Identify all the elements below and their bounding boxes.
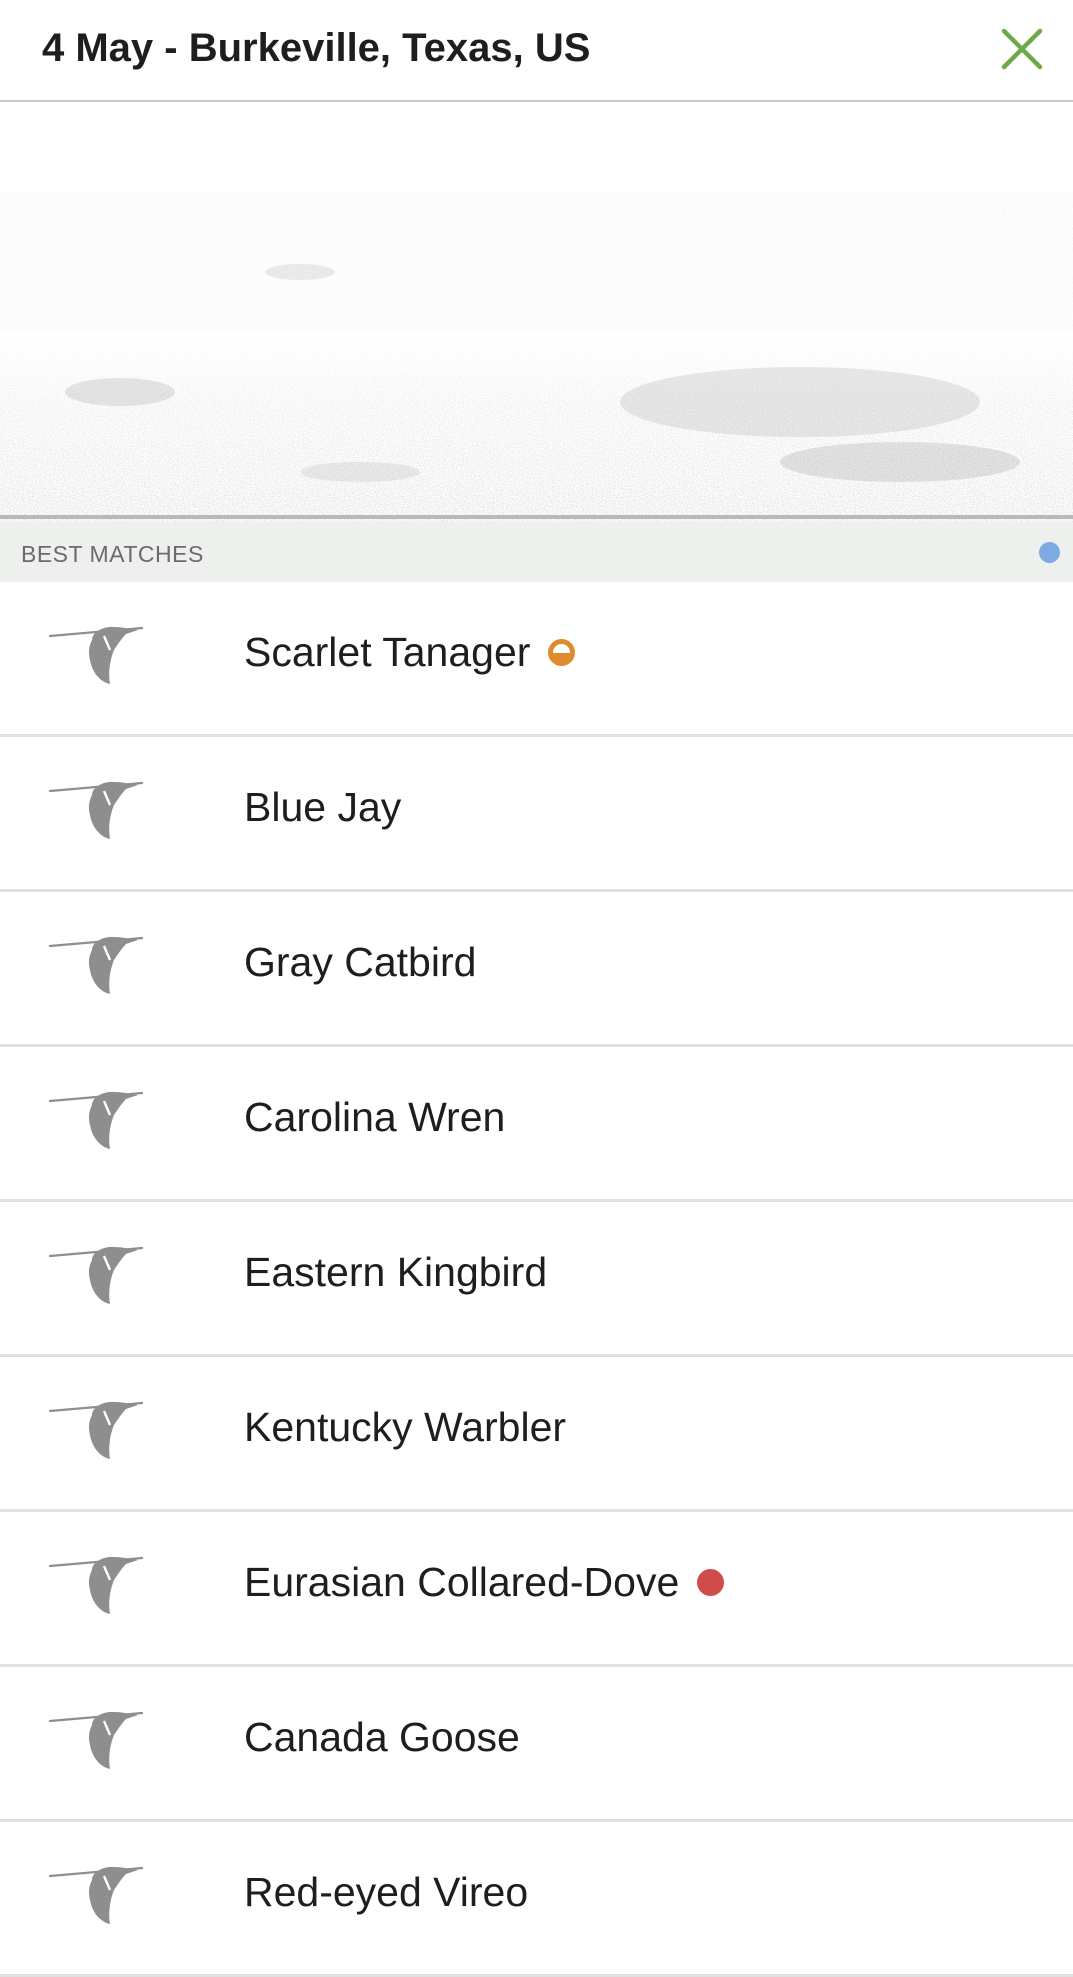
species-name: Carolina Wren bbox=[244, 1094, 505, 1141]
species-name: Eurasian Collared-Dove bbox=[244, 1559, 725, 1606]
species-name: Eastern Kingbird bbox=[244, 1249, 547, 1296]
species-name: Canada Goose bbox=[244, 1714, 520, 1761]
bird-placeholder-icon bbox=[48, 930, 152, 994]
species-label: Carolina Wren bbox=[244, 1094, 506, 1140]
species-name: Red-eyed Vireo bbox=[244, 1869, 528, 1916]
spectrogram-graphic bbox=[0, 102, 1073, 522]
match-row[interactable]: Red-eyed Vireo bbox=[0, 1822, 1073, 1977]
spectrogram-image[interactable] bbox=[0, 102, 1073, 522]
rarity-badge-icon bbox=[548, 639, 576, 666]
species-label: Kentucky Warbler bbox=[244, 1404, 567, 1450]
match-row[interactable]: Scarlet Tanager bbox=[0, 582, 1073, 737]
rarity-badge-icon bbox=[697, 1569, 725, 1596]
species-name: Gray Catbird bbox=[244, 939, 476, 986]
species-label: Scarlet Tanager bbox=[244, 629, 531, 675]
match-row[interactable]: Canada Goose bbox=[0, 1667, 1073, 1822]
top-bar: 4 May - Burkeville, Texas, US bbox=[0, 0, 1073, 102]
species-label: Canada Goose bbox=[244, 1714, 520, 1760]
bird-placeholder-icon bbox=[48, 1395, 152, 1459]
species-label: Gray Catbird bbox=[244, 939, 477, 985]
match-row[interactable]: Kentucky Warbler bbox=[0, 1357, 1073, 1512]
bird-placeholder-icon bbox=[48, 1240, 152, 1304]
bird-placeholder-icon bbox=[48, 1860, 152, 1924]
match-row[interactable]: Eurasian Collared-Dove bbox=[0, 1512, 1073, 1667]
match-row[interactable]: Carolina Wren bbox=[0, 1047, 1073, 1202]
status-dot bbox=[1039, 542, 1060, 563]
bird-placeholder-icon bbox=[48, 775, 152, 839]
match-row[interactable]: Blue Jay bbox=[0, 737, 1073, 892]
bird-placeholder-icon bbox=[48, 620, 152, 684]
bird-placeholder-icon bbox=[48, 1085, 152, 1149]
species-label: Red-eyed Vireo bbox=[244, 1869, 529, 1915]
best-matches-header: BEST MATCHES bbox=[0, 522, 1073, 582]
match-row[interactable]: Eastern Kingbird bbox=[0, 1202, 1073, 1357]
bird-placeholder-icon bbox=[48, 1550, 152, 1614]
matches-list: Scarlet Tanager Blue Jay Gray Catbird Carol… bbox=[0, 582, 1073, 1977]
species-label: Eastern Kingbird bbox=[244, 1249, 548, 1295]
species-name: Blue Jay bbox=[244, 784, 401, 831]
species-name: Kentucky Warbler bbox=[244, 1404, 566, 1451]
match-row[interactable]: Gray Catbird bbox=[0, 892, 1073, 1047]
species-label: Eurasian Collared-Dove bbox=[244, 1559, 680, 1605]
page-title: 4 May - Burkeville, Texas, US bbox=[42, 26, 591, 70]
species-label: Blue Jay bbox=[244, 784, 402, 830]
close-icon bbox=[1001, 28, 1043, 70]
close-button[interactable] bbox=[999, 26, 1045, 72]
bird-placeholder-icon bbox=[48, 1705, 152, 1769]
species-name: Scarlet Tanager bbox=[244, 629, 576, 676]
section-label: BEST MATCHES bbox=[21, 541, 204, 567]
